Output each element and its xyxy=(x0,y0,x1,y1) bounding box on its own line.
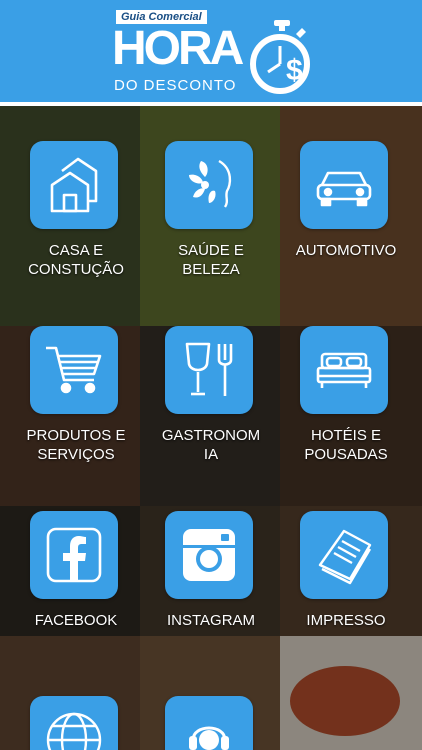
svg-text:$: $ xyxy=(286,54,303,87)
tile-button[interactable] xyxy=(30,326,118,414)
tile-button[interactable] xyxy=(300,511,388,599)
header-divider xyxy=(0,102,422,106)
stopwatch-currency-icon: $ xyxy=(250,20,310,94)
tile-label: SAÚDE E BELEZA xyxy=(178,242,244,278)
category-grid: CASA E CONSTUÇÃO SAÚDE E BELEZA AUTOMOTI… xyxy=(0,106,422,750)
tile-button[interactable] xyxy=(300,141,388,229)
tile-button[interactable] xyxy=(30,141,118,229)
tile-label: INSTAGRAM xyxy=(166,612,256,629)
tile-button[interactable] xyxy=(30,696,118,750)
tile-button[interactable] xyxy=(165,511,253,599)
tile-button[interactable] xyxy=(165,696,253,750)
logo-subtitle: DO DESCONTO xyxy=(114,77,237,94)
tile-label: HOTÉIS E POUSADAS xyxy=(304,427,388,463)
tile-label: AUTOMOTIVO xyxy=(295,242,397,259)
tile-button[interactable] xyxy=(165,141,253,229)
instagram-icon xyxy=(183,529,235,581)
tile-label: IMPRESSO xyxy=(306,612,386,629)
car-icon xyxy=(316,171,372,207)
newspaper-icon xyxy=(318,529,372,585)
tile-label: GASTRONOM IA xyxy=(161,427,261,463)
face-flower-icon xyxy=(189,159,232,208)
www-globe-icon xyxy=(46,712,102,750)
tile-label: CASA E CONSTUÇÃO xyxy=(28,242,124,278)
tile-button[interactable] xyxy=(300,326,388,414)
app-screen: Guia Comercial HORA DO DESCONTO $ CASA E… xyxy=(0,0,422,750)
tile-button[interactable] xyxy=(165,326,253,414)
tile-button[interactable] xyxy=(30,511,118,599)
logo-title: HORA xyxy=(112,22,244,75)
glass-fork-icon xyxy=(185,342,233,396)
brand-logo[interactable]: Guia Comercial HORA DO DESCONTO $ xyxy=(110,8,320,98)
shopping-cart-icon xyxy=(46,346,102,394)
tile-label: FACEBOOK xyxy=(34,612,118,629)
facebook-icon xyxy=(46,527,102,583)
house-icon xyxy=(50,157,98,213)
bed-icon xyxy=(316,352,372,388)
tile-label: PRODUTOS E SERVIÇOS xyxy=(26,427,126,463)
headset-support-icon xyxy=(189,726,229,750)
app-header: Guia Comercial HORA DO DESCONTO $ xyxy=(0,0,422,102)
